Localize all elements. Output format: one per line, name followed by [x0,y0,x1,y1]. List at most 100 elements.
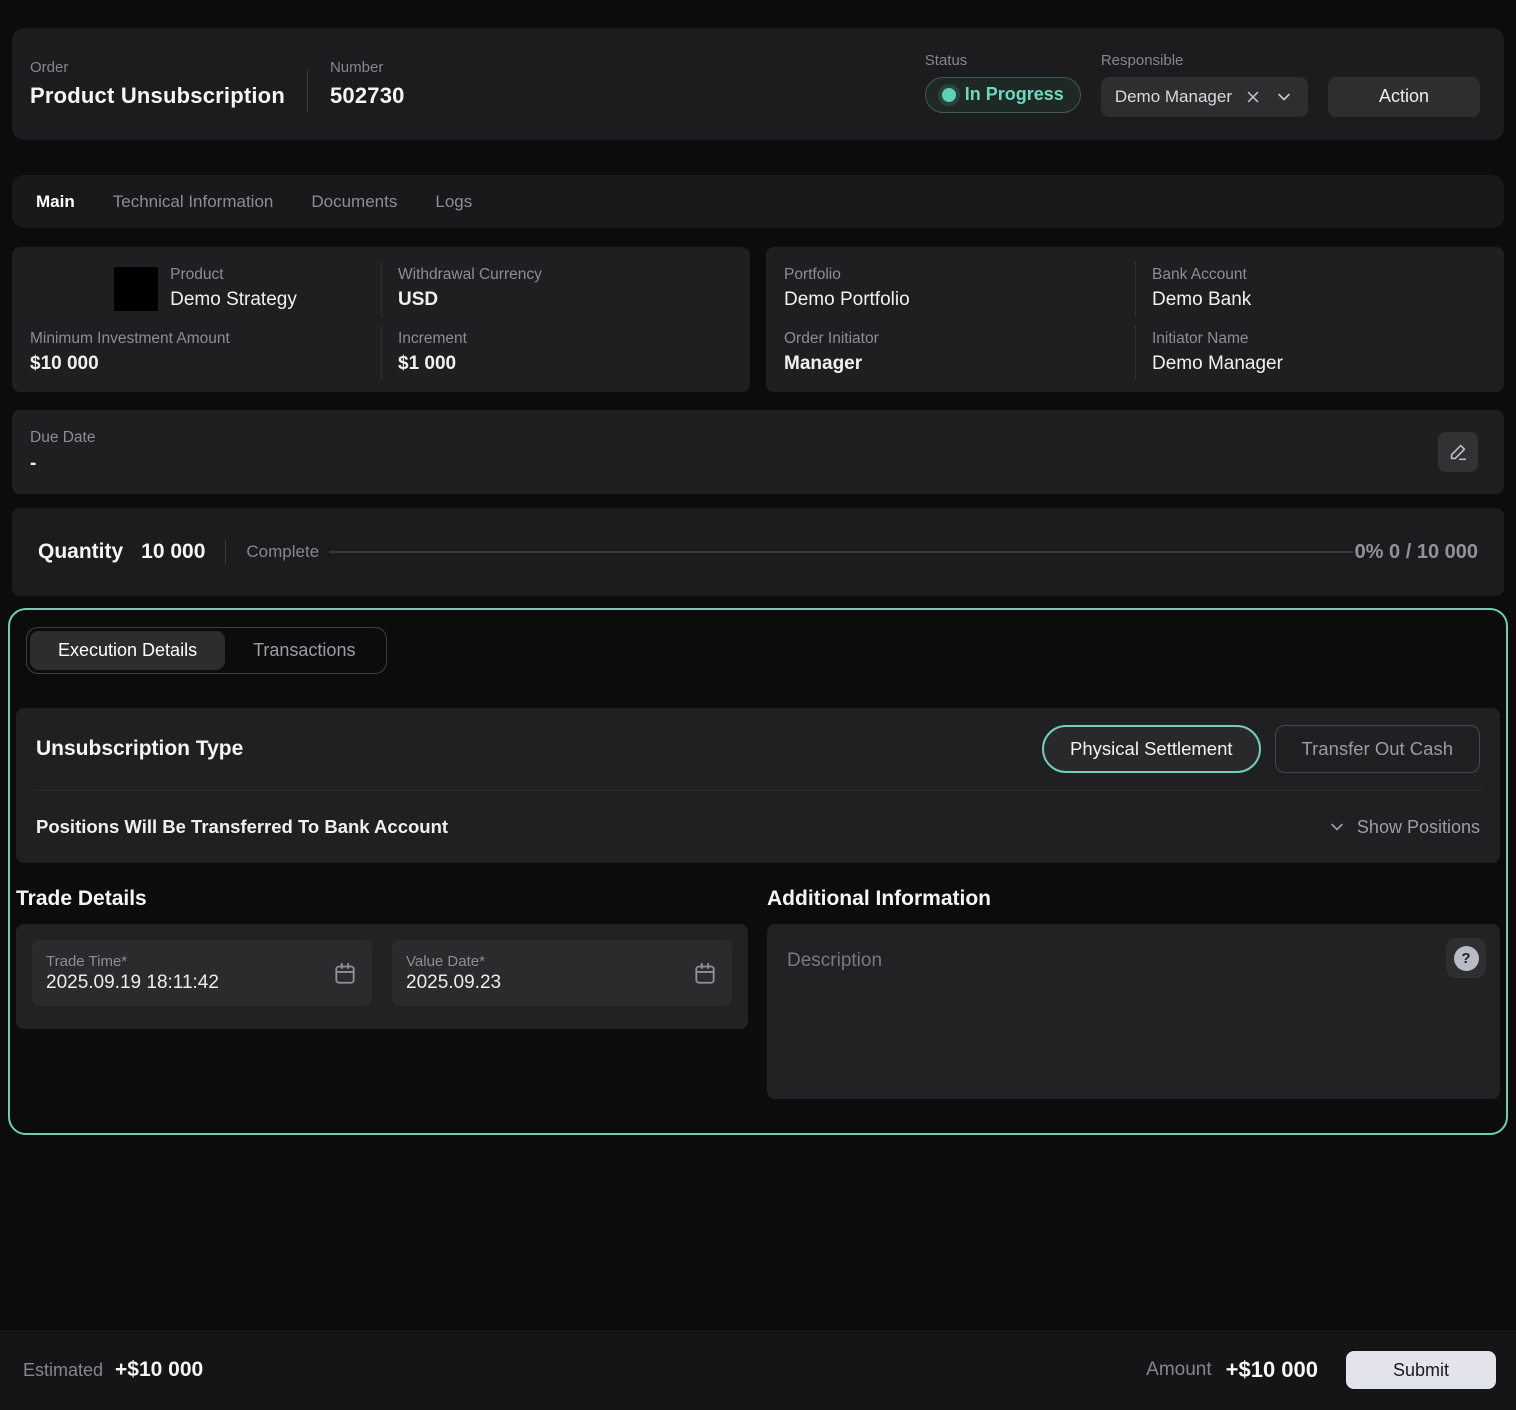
trade-details-title: Trade Details [16,887,748,911]
positions-transfer-text: Positions Will Be Transferred To Bank Ac… [36,816,448,838]
portfolio-cell: Portfolio Demo Portfolio [784,261,1135,317]
due-date-value: - [30,453,1486,475]
bank-account-label: Bank Account [1152,266,1486,284]
bank-account-value: Demo Bank [1152,289,1486,311]
value-date-label: Value Date* [406,953,501,970]
product-cell: Product Demo Strategy [30,261,381,317]
header-divider [307,70,308,112]
transfer-out-cash-button[interactable]: Transfer Out Cash [1275,725,1480,773]
execution-tabs: Execution Details Transactions [26,627,387,674]
order-page: Order Product Unsubscription Number 5027… [0,0,1516,1410]
calendar-icon [692,960,718,986]
chevron-down-icon [1327,817,1347,837]
estimated-value: +$10 000 [115,1358,203,1382]
amount-value: +$10 000 [1226,1357,1318,1383]
quantity-label: Quantity [38,540,123,564]
amount-label: Amount [1146,1359,1211,1381]
portfolio-value: Demo Portfolio [784,289,1135,311]
submit-button[interactable]: Submit [1346,1351,1496,1389]
value-date-value: 2025.09.23 [406,972,501,994]
initiator-name-value: Demo Manager [1152,353,1486,375]
responsible-group: Responsible Demo Manager [1101,52,1308,117]
withdrawal-currency-cell: Withdrawal Currency USD [381,261,732,317]
calendar-icon [332,960,358,986]
additional-info-column: Additional Information ? [767,887,1500,1099]
responsible-select[interactable]: Demo Manager [1101,77,1308,117]
complete-label: Complete [246,542,319,562]
product-image [114,267,158,311]
edit-due-date-button[interactable] [1438,432,1478,472]
clear-responsible-icon[interactable] [1244,88,1262,106]
trade-time-label: Trade Time* [46,953,219,970]
product-info-card: Product Demo Strategy Withdrawal Currenc… [12,247,750,392]
page-title: Product Unsubscription [30,83,285,109]
quantity-value: 10 000 [141,540,205,564]
status-group: Status In Progress [925,52,1081,113]
initiator-name-cell: Initiator Name Demo Manager [1135,325,1486,381]
show-positions-toggle[interactable]: Show Positions [1327,817,1480,838]
order-header: Order Product Unsubscription Number 5027… [12,28,1504,140]
increment-cell: Increment $1 000 [381,325,732,381]
question-icon: ? [1454,946,1479,971]
portfolio-label: Portfolio [784,266,1135,284]
order-number: 502730 [330,83,405,109]
action-button[interactable]: Action [1328,77,1480,117]
withdrawal-currency-value: USD [398,289,732,311]
pencil-icon [1447,441,1469,463]
increment-value: $1 000 [398,353,732,375]
order-initiator-label: Order Initiator [784,330,1135,348]
withdrawal-currency-label: Withdrawal Currency [398,266,732,284]
order-initiator-cell: Order Initiator Manager [784,325,1135,381]
quantity-card: Quantity 10 000 Complete 0% 0 / 10 000 [12,508,1504,596]
number-label: Number [330,59,405,76]
bank-account-cell: Bank Account Demo Bank [1135,261,1486,317]
order-label: Order [30,59,285,76]
execution-section: Execution Details Transactions Unsubscri… [8,608,1508,1135]
trade-time-value: 2025.09.19 18:11:42 [46,972,219,994]
tab-documents[interactable]: Documents [311,192,397,212]
responsible-label: Responsible [1101,52,1308,69]
estimated-label: Estimated [23,1360,103,1381]
additional-info-title: Additional Information [767,887,1500,911]
status-label: Status [925,52,1081,69]
quantity-divider [225,540,226,564]
tab-main[interactable]: Main [36,192,75,212]
order-initiator-value: Manager [784,353,1135,375]
order-number-group: Number 502730 [330,59,405,109]
tab-execution-details[interactable]: Execution Details [30,631,225,670]
portfolio-info-card: Portfolio Demo Portfolio Bank Account De… [766,247,1504,392]
unsubscription-type-label: Unsubscription Type [36,737,243,761]
min-investment-label: Minimum Investment Amount [30,330,381,348]
footer-bar: Estimated +$10 000 Amount +$10 000 Submi… [0,1330,1516,1410]
status-badge: In Progress [925,77,1081,113]
tab-logs[interactable]: Logs [435,192,472,212]
show-positions-label: Show Positions [1357,817,1480,838]
unsubscription-type-card: Unsubscription Type Physical Settlement … [16,708,1500,863]
tab-technical-information[interactable]: Technical Information [113,192,274,212]
increment-label: Increment [398,330,732,348]
min-investment-value: $10 000 [30,353,381,375]
progress-bar [329,551,1352,553]
additional-info-panel: ? [767,924,1500,1099]
due-date-card: Due Date - [12,410,1504,494]
due-date-label: Due Date [30,429,1486,447]
status-dot-icon [942,88,956,102]
help-button[interactable]: ? [1446,938,1486,978]
product-label: Product [170,266,297,284]
product-value: Demo Strategy [170,289,297,311]
progress-text: 0% 0 / 10 000 [1355,541,1478,564]
responsible-value: Demo Manager [1115,87,1232,107]
chevron-down-icon[interactable] [1274,87,1294,107]
tab-transactions[interactable]: Transactions [225,631,383,670]
trade-time-field[interactable]: Trade Time* 2025.09.19 18:11:42 [32,940,372,1006]
min-investment-cell: Minimum Investment Amount $10 000 [30,325,381,381]
initiator-name-label: Initiator Name [1152,330,1486,348]
order-title-group: Order Product Unsubscription [30,59,285,109]
physical-settlement-button[interactable]: Physical Settlement [1042,725,1260,773]
status-value: In Progress [965,84,1064,105]
description-input[interactable] [787,950,1410,1060]
trade-details-panel: Trade Time* 2025.09.19 18:11:42 Value Da… [16,924,748,1029]
trade-details-column: Trade Details Trade Time* 2025.09.19 18:… [16,887,748,1099]
value-date-field[interactable]: Value Date* 2025.09.23 [392,940,732,1006]
main-tabbar: Main Technical Information Documents Log… [12,175,1504,228]
